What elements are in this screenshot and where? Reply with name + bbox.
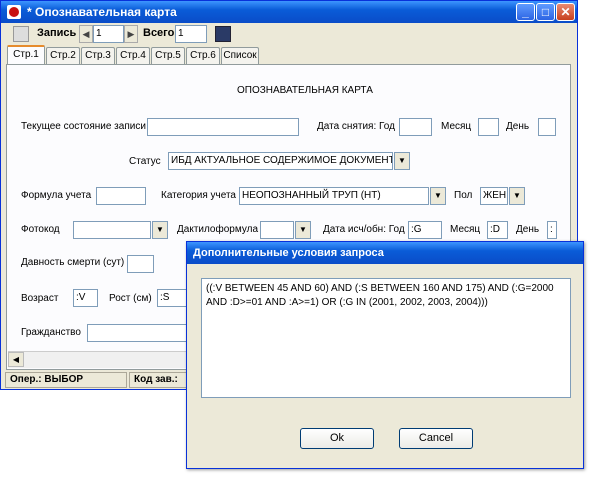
next-record-button[interactable]: ▶ [124,25,138,43]
date-year-input[interactable] [399,118,432,136]
formula-input[interactable] [96,187,146,205]
status-dropdown-icon[interactable]: ▼ [394,152,410,170]
date-found-label: Дата исч/обн: Год [323,224,405,235]
query-textarea[interactable]: ((:V BETWEEN 45 AND 60) AND (:S BETWEEN … [201,278,571,398]
dactylo-label: Дактилоформула [177,224,259,235]
record-state-label: Текущее состояние записи [21,121,146,132]
month-input[interactable] [478,118,499,136]
tab-page1[interactable]: Стр.1 [7,45,45,65]
ok-button[interactable]: Ok [300,428,374,449]
tab-page3[interactable]: Стр.3 [81,47,115,64]
tab-page4[interactable]: Стр.4 [116,47,150,64]
date-year-label: Дата снятия: Год [317,121,395,132]
dactylo-select[interactable] [260,221,294,239]
date-found-input[interactable]: :G [408,221,442,239]
record-state-input[interactable] [147,118,299,136]
minimize-button[interactable]: _ [516,3,535,21]
citizenship-input[interactable] [87,324,189,342]
title-bar[interactable]: * Опознавательная карта _ □ ✕ [1,1,577,23]
document-icon[interactable] [13,26,29,42]
status-label: Статус [129,156,161,167]
height-label: Рост (см) [109,293,152,304]
tab-page2[interactable]: Стр.2 [46,47,80,64]
category-dropdown-icon[interactable]: ▼ [430,187,446,205]
day2-input[interactable]: : [547,221,557,239]
app-icon [7,5,21,19]
day-input[interactable] [538,118,556,136]
sex-dropdown-icon[interactable]: ▼ [509,187,525,205]
death-age-input[interactable] [127,255,154,273]
query-line-2: AND :D>=01 AND :A>=1) OR (:G IN (2001, 2… [206,297,488,308]
query-line-1: ((:V BETWEEN 45 AND 60) AND (:S BETWEEN … [206,283,554,294]
month-label: Месяц [441,121,472,132]
sex-select[interactable]: ЖЕН [480,187,508,205]
category-label: Категория учета [161,190,236,201]
window-title: * Опознавательная карта [27,5,177,19]
category-select[interactable]: НЕОПОЗНАННЫЙ ТРУП (НТ) [239,187,429,205]
death-age-label: Давность смерти (сут) [21,257,125,268]
tab-page5[interactable]: Стр.5 [151,47,185,64]
tab-page6[interactable]: Стр.6 [186,47,220,64]
total-count-field: 1 [175,25,207,43]
query-conditions-dialog: Дополнительные условия запроса ((:V BETW… [186,241,584,469]
form-heading: ОПОЗНАВАТЕЛЬНАЯ КАРТА [237,85,373,96]
month2-input[interactable]: :D [487,221,508,239]
dialog-title: Дополнительные условия запроса [193,247,384,259]
cancel-button[interactable]: Cancel [399,428,473,449]
record-number-input[interactable]: 1 [93,25,124,43]
photocode-label: Фотокод [21,224,60,235]
age-input[interactable]: :V [73,289,98,307]
scroll-left-icon[interactable]: ◀ [8,352,24,367]
status-operation: Опер.: ВЫБОР [5,372,127,388]
dialog-title-bar[interactable]: Дополнительные условия запроса [187,242,583,264]
month2-label: Месяц [450,224,481,235]
status-code: Код зав.: [129,372,189,388]
sex-label: Пол [454,190,473,201]
citizenship-label: Гражданство [21,327,81,338]
age-label: Возраст [21,293,59,304]
maximize-button[interactable]: □ [536,3,555,21]
prev-record-button[interactable]: ◀ [79,25,93,43]
record-label: Запись [37,27,77,39]
close-button[interactable]: ✕ [556,3,575,21]
formula-label: Формула учета [21,190,92,201]
dactylo-dropdown-icon[interactable]: ▼ [295,221,311,239]
photocode-dropdown-icon[interactable]: ▼ [152,221,168,239]
photocode-select[interactable] [73,221,151,239]
day-label: День [506,121,530,132]
total-label: Всего [143,27,175,39]
height-input[interactable]: :S [157,289,189,307]
day2-label: День [516,224,540,235]
status-select[interactable]: ИБД АКТУАЛЬНОЕ СОДЕРЖИМОЕ ДОКУМЕНТА [168,152,393,170]
tab-list[interactable]: Список [221,47,259,64]
save-icon[interactable] [215,26,231,42]
